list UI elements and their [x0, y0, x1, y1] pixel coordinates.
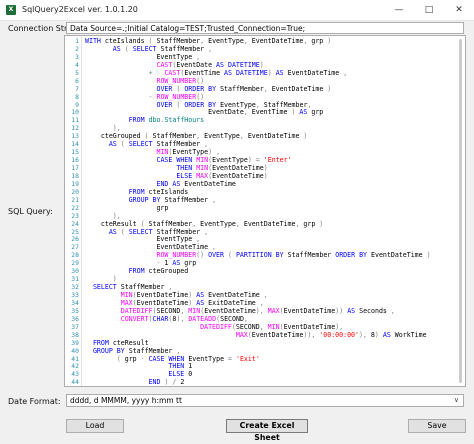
excel-app-icon: X [6, 5, 16, 15]
scrollbar-thumb[interactable] [459, 39, 462, 383]
code-lines: 1 WITH cteIslands ( StaffMember, EventTyp… [65, 37, 465, 386]
load-button[interactable]: Load [66, 419, 124, 433]
window-title: SqlQuery2Excel ver. 1.0.1.20 [22, 5, 138, 14]
create-excel-sheet-button[interactable]: Create Excel Sheet [226, 419, 308, 442]
vertical-scrollbar[interactable] [457, 39, 464, 383]
date-format-value: dddd, d MMMM, yyyy h:mm tt [70, 396, 182, 405]
date-format-label: Date Format: [8, 397, 61, 406]
code-line: 11 FROM dbo.StaffHours [65, 116, 465, 125]
sql-query-label: SQL Query: [8, 207, 53, 216]
code-line: 30 FROM cteGrouped [65, 267, 465, 276]
save-button[interactable]: Save [408, 419, 466, 433]
maximize-icon[interactable]: □ [414, 0, 444, 20]
connection-string-input[interactable]: Data Source=.;Initial Catalog=TEST;Trust… [66, 22, 464, 34]
code-line: 22 grp [65, 204, 465, 213]
chevron-down-icon[interactable]: ∨ [454, 395, 459, 406]
minimize-icon[interactable]: — [384, 0, 414, 20]
title-bar: X SqlQuery2Excel ver. 1.0.1.20 — □ ✕ [0, 0, 474, 21]
close-icon[interactable]: ✕ [444, 0, 474, 20]
date-format-select[interactable]: dddd, d MMMM, yyyy h:mm tt ∨ [66, 394, 464, 407]
sql-query-editor[interactable]: 1 WITH cteIslands ( StaffMember, EventTyp… [64, 35, 466, 387]
